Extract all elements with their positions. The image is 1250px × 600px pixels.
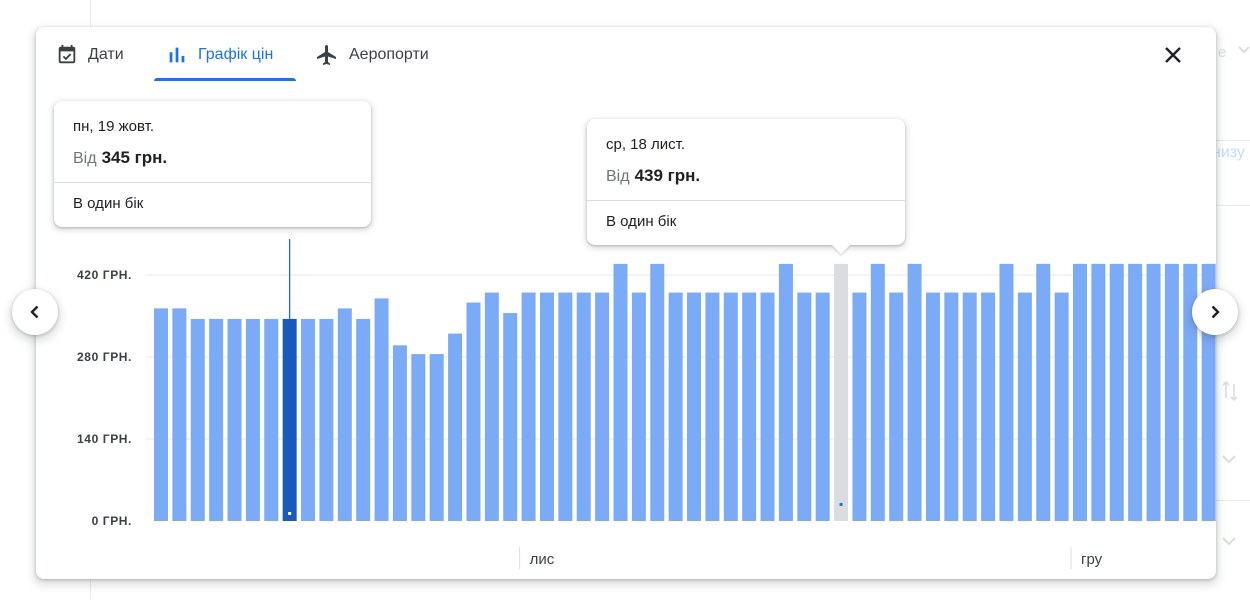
background-divider	[1216, 140, 1250, 141]
previous-dates-button[interactable]	[12, 289, 58, 335]
price-bar	[925, 292, 940, 521]
price-bar	[392, 345, 407, 521]
y-tick-label: 280 ГРН.	[77, 350, 132, 364]
price-bar	[742, 292, 757, 521]
tooltip-caret	[280, 227, 299, 239]
price-bar	[797, 292, 812, 521]
price-bar	[301, 318, 316, 521]
price-bar	[558, 292, 573, 521]
price-bar	[1164, 263, 1179, 521]
price-bar	[981, 292, 996, 521]
y-tick-label: 0 ГРН.	[92, 514, 132, 528]
price-bar	[1017, 292, 1032, 521]
background-divider	[1216, 500, 1250, 501]
price-tooltip-selected: пн, 19 жовт. Від 345 грн. В один бік	[54, 101, 371, 227]
price-bar	[595, 292, 610, 521]
price-bar	[172, 308, 187, 521]
price-bar	[521, 292, 536, 521]
price-bar	[834, 263, 849, 521]
chevron-down-icon	[1222, 455, 1236, 464]
chevron-right-icon	[1211, 305, 1220, 319]
price-bar	[1054, 292, 1069, 521]
price-bar	[245, 318, 260, 521]
price-bar	[337, 308, 352, 521]
tooltip-trip-type: В один бік	[73, 195, 144, 212]
price-bar	[870, 263, 885, 521]
price-bar	[687, 292, 702, 521]
price-bar	[282, 318, 297, 521]
price-bar	[1128, 263, 1143, 521]
tooltip-price-row: Від 345 грн.	[73, 148, 167, 168]
price-bar	[374, 298, 389, 521]
price-bar	[723, 292, 738, 521]
price-bar	[448, 333, 463, 521]
price-bar	[907, 263, 922, 521]
price-bar	[613, 263, 628, 521]
next-dates-button[interactable]	[1192, 289, 1238, 335]
price-bar	[944, 292, 959, 521]
tooltip-price-row: Від 439 грн.	[606, 166, 700, 186]
tooltip-price: 345 грн.	[101, 148, 168, 167]
price-bar	[1036, 263, 1051, 521]
price-bar	[227, 318, 242, 521]
price-bar	[411, 354, 426, 521]
tooltip-separator	[587, 200, 905, 201]
y-tick-label: 140 ГРН.	[77, 432, 132, 446]
hover-bar-marker	[839, 503, 843, 506]
chevron-left-icon	[30, 305, 39, 319]
background-link-text: низу	[1212, 144, 1245, 161]
price-bar	[539, 292, 554, 521]
price-bar	[999, 263, 1014, 521]
price-bar	[1109, 263, 1124, 521]
x-month-label: гру	[1081, 551, 1103, 568]
tooltip-price-prefix: Від	[73, 150, 97, 167]
price-bar	[154, 308, 168, 521]
chevron-down-icon	[1222, 537, 1236, 546]
price-bar	[466, 302, 481, 521]
price-bar	[668, 292, 683, 521]
price-bar	[889, 292, 904, 521]
price-bar	[1073, 263, 1087, 521]
price-bar	[815, 292, 830, 521]
price-bar	[503, 313, 518, 521]
price-bar	[356, 318, 371, 521]
tooltip-trip-type: В один бік	[606, 213, 677, 230]
price-bar	[484, 292, 499, 521]
tooltip-separator	[54, 182, 371, 183]
price-bar	[1146, 263, 1161, 521]
tooltip-price: 439 грн.	[634, 166, 701, 185]
sort-icon	[1222, 380, 1238, 402]
chevron-down-icon	[1238, 46, 1250, 54]
selected-bar-marker	[288, 512, 292, 515]
y-tick-label: 420 ГРН.	[77, 268, 132, 282]
tooltip-caret	[832, 245, 850, 254]
price-bar	[852, 292, 867, 521]
background-text: е	[1218, 44, 1227, 61]
price-bar	[778, 263, 793, 521]
price-bar	[190, 318, 205, 521]
price-bar	[631, 292, 646, 521]
price-bar	[1091, 263, 1106, 521]
price-bar	[760, 292, 775, 521]
price-bar	[319, 318, 334, 521]
tooltip-date: ср, 18 лист.	[606, 136, 686, 153]
background-divider	[1216, 205, 1250, 206]
price-tooltip-hover: ср, 18 лист. Від 439 грн. В один бік	[587, 119, 905, 254]
price-bar	[264, 318, 279, 521]
price-bar	[650, 263, 665, 521]
price-bar	[576, 292, 591, 521]
tooltip-date: пн, 19 жовт.	[73, 118, 154, 135]
price-bar	[962, 292, 977, 521]
price-graph-dialog: Дати Графік цін Аеропорти 0 ГРН. 140 ГРН.…	[36, 27, 1216, 579]
price-bar	[705, 292, 720, 521]
x-month-label: лис	[530, 551, 555, 568]
price-bar	[429, 354, 444, 521]
tooltip-price-prefix: Від	[606, 168, 630, 185]
price-bar	[209, 318, 224, 521]
